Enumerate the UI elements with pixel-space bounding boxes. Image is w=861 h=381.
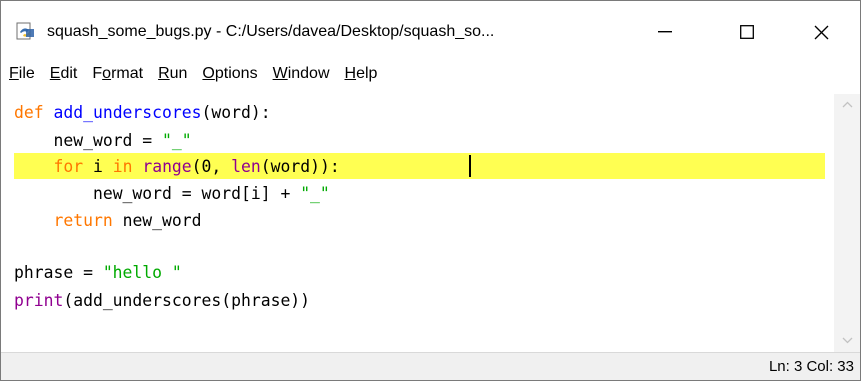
menu-bar: File Edit Format Run Options Window Help: [1, 59, 860, 89]
menu-edit[interactable]: Edit: [50, 65, 78, 83]
status-bar: Ln: 3 Col: 33: [1, 352, 860, 380]
maximize-icon: [740, 25, 754, 39]
python-file-icon: [16, 22, 34, 40]
maximize-button[interactable]: [723, 9, 771, 55]
scroll-down-arrow-icon[interactable]: [842, 337, 853, 344]
code-line-3: for i in range(0, len(word)):: [53, 157, 340, 176]
code-line-8: print(add_underscores(phrase)): [14, 291, 311, 310]
minimize-icon: [658, 31, 672, 33]
menu-format[interactable]: Format: [92, 65, 143, 83]
close-icon: [814, 25, 828, 39]
menu-help[interactable]: Help: [345, 65, 378, 83]
vertical-scrollbar[interactable]: [834, 94, 860, 352]
window-title: squash_some_bugs.py - C:/Users/davea/Des…: [47, 23, 495, 40]
cursor-position: Ln: 3 Col: 33: [768, 358, 854, 375]
code-line-1: def add_underscores(word):: [14, 103, 271, 122]
code-editor[interactable]: def add_underscores(word): new_word = "_…: [2, 94, 833, 352]
scroll-up-arrow-icon[interactable]: [842, 101, 853, 108]
code-line-2: new_word = "_": [53, 131, 192, 150]
close-button[interactable]: [797, 9, 845, 55]
menu-options[interactable]: Options: [202, 65, 257, 83]
code-line-5: return new_word: [53, 211, 202, 230]
code-line-7: phrase = "hello ": [14, 263, 182, 282]
menu-file[interactable]: File: [9, 65, 35, 83]
minimize-button[interactable]: [641, 9, 689, 55]
menu-window[interactable]: Window: [273, 65, 330, 83]
text-cursor: [469, 155, 471, 177]
idle-editor-window: squash_some_bugs.py - C:/Users/davea/Des…: [0, 0, 861, 381]
title-bar[interactable]: squash_some_bugs.py - C:/Users/davea/Des…: [1, 1, 860, 55]
menu-run[interactable]: Run: [158, 65, 187, 83]
code-line-4: new_word = word[i] + "_": [92, 184, 330, 203]
